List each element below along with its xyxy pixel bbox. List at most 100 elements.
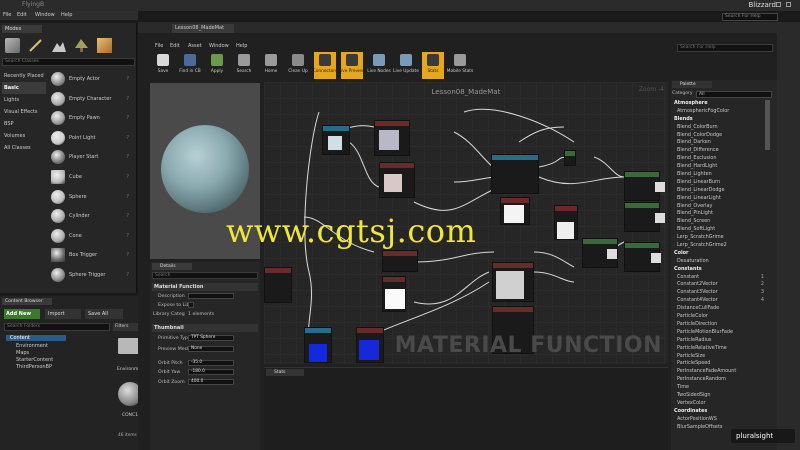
material-node[interactable] — [382, 276, 406, 312]
expose-checkbox[interactable] — [188, 302, 194, 308]
material-node[interactable] — [379, 162, 415, 198]
palette-item[interactable]: Blend_Screen — [672, 218, 772, 226]
palette-item[interactable]: Time — [672, 384, 772, 392]
help-icon[interactable]: ? — [126, 76, 129, 82]
palette-item[interactable]: ParticleRelativeTime — [672, 345, 772, 353]
add-new-button[interactable]: Add New — [4, 309, 40, 319]
palette-category-header[interactable]: Atmosphere — [672, 100, 772, 108]
tree-item-content[interactable]: Content — [6, 335, 66, 341]
toolbar-button[interactable]: Apply — [206, 52, 228, 79]
editor-help-search-input[interactable]: Search For Help — [677, 44, 773, 52]
material-node[interactable] — [492, 262, 534, 302]
asset-item[interactable]: Box Trigger? — [50, 246, 132, 265]
toolbar-button[interactable]: Stats — [422, 52, 444, 79]
material-node[interactable] — [582, 238, 618, 268]
menu-edit[interactable]: Edit — [17, 12, 27, 18]
palette-item[interactable]: ParticleDirection — [672, 321, 772, 329]
palette-item[interactable]: Constant2Vector 2 — [672, 281, 772, 289]
editor-menu-window[interactable]: Window — [209, 43, 229, 49]
palette-item[interactable]: Lerp_ScratchGrime — [672, 234, 772, 242]
material-node[interactable] — [264, 267, 292, 303]
palette-category-header[interactable]: Constants — [672, 266, 772, 274]
minimize-icon[interactable] — [776, 2, 781, 7]
help-icon[interactable]: ? — [126, 96, 129, 102]
toolbar-button[interactable]: Live Nodes — [367, 52, 391, 79]
material-function-section[interactable]: Material Function — [152, 283, 258, 291]
palette-item[interactable]: Constant3Vector 3 — [672, 289, 772, 297]
palette-item[interactable]: Blend_ColorDodge — [672, 132, 772, 140]
palette-category-header[interactable]: Coordinates — [672, 408, 772, 416]
menu-file[interactable]: File — [3, 12, 11, 18]
toolbar-button[interactable]: Live Preview — [339, 52, 365, 79]
help-icon[interactable]: ? — [126, 154, 129, 160]
palette-category-header[interactable]: Blends — [672, 116, 772, 124]
help-icon[interactable]: ? — [126, 115, 129, 121]
palette-item[interactable]: Blend_LinearDodge — [672, 187, 772, 195]
material-node[interactable] — [304, 327, 332, 363]
palette-item[interactable]: Blend_ColorBurn — [672, 124, 772, 132]
thumbnail-section[interactable]: Thumbnail — [152, 324, 258, 332]
material-node[interactable] — [491, 154, 539, 194]
editor-tab[interactable]: Lesson08_MadeMat — [172, 24, 234, 33]
palette-item[interactable]: Blend_Exclusion — [672, 155, 772, 163]
foliage-mode-icon[interactable] — [74, 38, 89, 53]
palette-item[interactable]: Blend_LinearLight — [672, 195, 772, 203]
asset-item[interactable]: Cylinder? — [50, 207, 132, 226]
palette-item[interactable]: Constant4Vector 4 — [672, 297, 772, 305]
category-all-classes[interactable]: All Classes — [2, 142, 46, 154]
help-icon[interactable]: ? — [126, 135, 129, 141]
content-browser-tab[interactable]: Content Browser — [2, 298, 52, 305]
palette-item[interactable]: ParticleRadius — [672, 337, 772, 345]
orbit-pitch-field[interactable]: -35.0 — [188, 360, 234, 366]
palette-tab[interactable]: Palette — [672, 81, 712, 88]
asset-item[interactable]: Cube? — [50, 168, 132, 187]
category-volumes[interactable]: Volumes — [2, 130, 46, 142]
help-icon[interactable]: ? — [126, 194, 129, 200]
palette-item[interactable]: PerInstanceFadeAmount — [672, 368, 772, 376]
details-search-input[interactable]: Search — [152, 272, 258, 279]
category-basic[interactable]: Basic — [2, 82, 46, 94]
geometry-mode-icon[interactable] — [97, 38, 112, 53]
stats-tab[interactable]: Stats — [266, 369, 304, 376]
palette-item[interactable]: Blend_HardLight — [672, 163, 772, 171]
palette-item[interactable]: Blend_SoftLight — [672, 226, 772, 234]
material-node[interactable] — [624, 242, 661, 272]
asset-item[interactable]: Sphere? — [50, 188, 132, 207]
palette-item[interactable]: Blend_Difference — [672, 147, 772, 155]
asset-item[interactable]: Empty Pawn? — [50, 109, 132, 128]
material-node[interactable] — [322, 125, 350, 155]
help-icon[interactable]: ? — [126, 252, 129, 258]
import-button[interactable]: Import — [45, 309, 81, 319]
material-node[interactable] — [374, 120, 410, 156]
help-search-input[interactable]: Search For Help — [722, 13, 778, 21]
palette-item[interactable]: ParticleColor — [672, 313, 772, 321]
palette-item[interactable]: Blend_PinLight — [672, 210, 772, 218]
details-tab[interactable]: Details — [152, 263, 192, 270]
palette-scrollbar[interactable] — [765, 100, 770, 150]
palette-item[interactable]: Blend_Lighten — [672, 171, 772, 179]
folder-search-input[interactable]: Search Folders — [4, 323, 110, 331]
classes-search-input[interactable]: Search Classes — [2, 58, 135, 66]
material-node[interactable] — [500, 197, 530, 225]
toolbar-button[interactable]: Clean Up — [287, 52, 309, 79]
toolbar-button[interactable]: Mobile Stats — [447, 52, 473, 79]
help-icon[interactable]: ? — [126, 174, 129, 180]
material-node[interactable] — [356, 327, 384, 363]
tree-item-starter-content[interactable]: StarterContent — [16, 357, 53, 363]
editor-menu-help[interactable]: Help — [236, 43, 247, 49]
asset-item[interactable]: Empty Character? — [50, 90, 132, 109]
material-node[interactable] — [554, 205, 578, 240]
material-node[interactable] — [382, 250, 418, 272]
toolbar-button[interactable]: Connectors — [313, 52, 337, 79]
toolbar-button[interactable]: Save — [152, 52, 174, 79]
help-icon[interactable]: ? — [126, 272, 129, 278]
palette-item[interactable]: Blend_LinearBurn — [672, 179, 772, 187]
editor-menu-file[interactable]: File — [155, 43, 163, 49]
palette-item[interactable]: Constant 1 — [672, 274, 772, 282]
palette-item[interactable]: AtmosphericFogColor — [672, 108, 772, 116]
category-bsp[interactable]: BSP — [2, 118, 46, 130]
category-lights[interactable]: Lights — [2, 94, 46, 106]
close-icon[interactable] — [786, 2, 791, 7]
material-node[interactable] — [564, 150, 576, 166]
toolbar-button[interactable]: Home — [260, 52, 282, 79]
